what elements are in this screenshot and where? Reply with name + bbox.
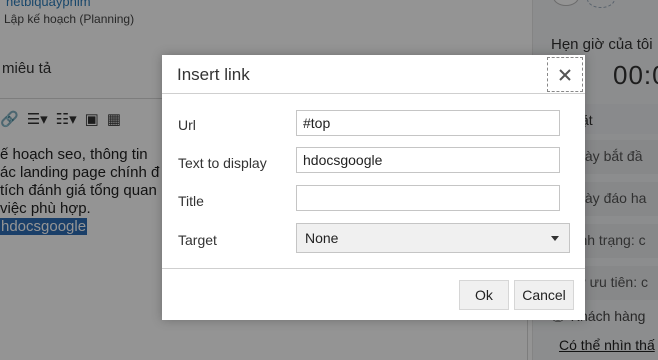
target-select[interactable]: None xyxy=(296,223,570,253)
url-input[interactable] xyxy=(296,110,560,136)
close-button[interactable] xyxy=(547,57,583,92)
title-label: Title xyxy=(178,193,204,209)
text-to-display-label: Text to display xyxy=(178,155,267,171)
close-icon xyxy=(559,68,571,81)
ok-button[interactable]: Ok xyxy=(459,280,509,310)
title-input[interactable] xyxy=(296,185,560,211)
url-label: Url xyxy=(178,117,196,133)
dialog-header: Insert link xyxy=(162,55,585,94)
insert-link-dialog: Insert link Url Text to display Title Ta… xyxy=(162,55,585,320)
target-label: Target xyxy=(178,232,217,248)
target-select-value: None xyxy=(305,230,339,246)
dialog-title: Insert link xyxy=(177,65,250,84)
text-to-display-input[interactable] xyxy=(296,147,560,173)
cancel-button[interactable]: Cancel xyxy=(514,280,574,310)
chevron-down-icon xyxy=(551,236,559,241)
dialog-footer: Ok Cancel xyxy=(162,268,585,320)
